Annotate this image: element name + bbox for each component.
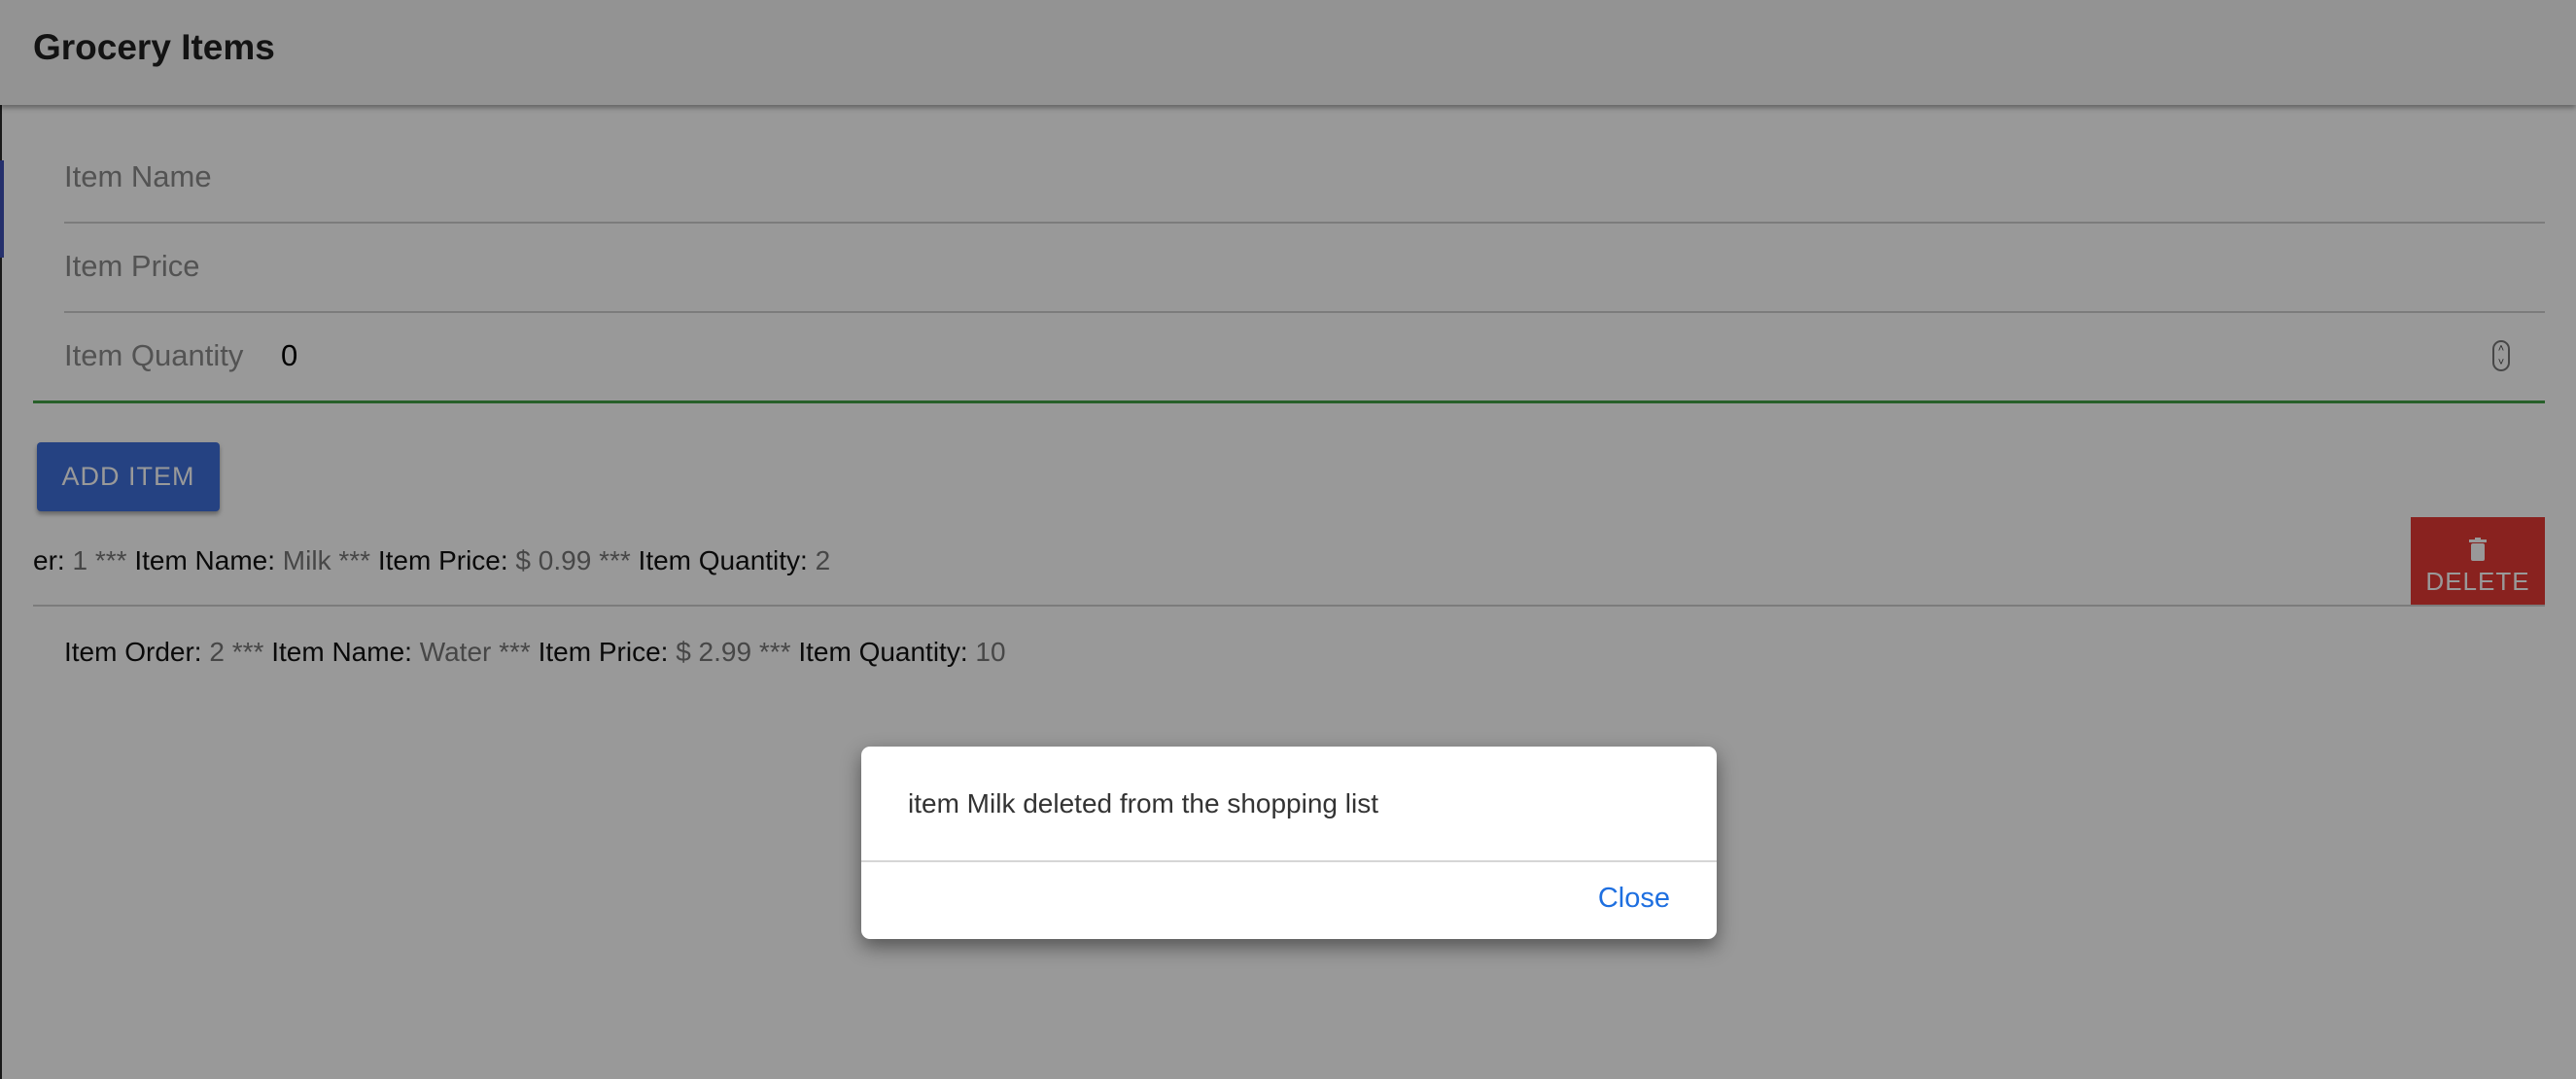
app-root: Grocery Items Item Name Item Price Item … bbox=[0, 0, 2576, 1079]
close-button[interactable]: Close bbox=[1598, 883, 1670, 915]
notification-dialog: item Milk deleted from the shopping list… bbox=[861, 747, 1717, 939]
dialog-divider bbox=[861, 860, 1717, 862]
dialog-message: item Milk deleted from the shopping list bbox=[908, 788, 1378, 818]
